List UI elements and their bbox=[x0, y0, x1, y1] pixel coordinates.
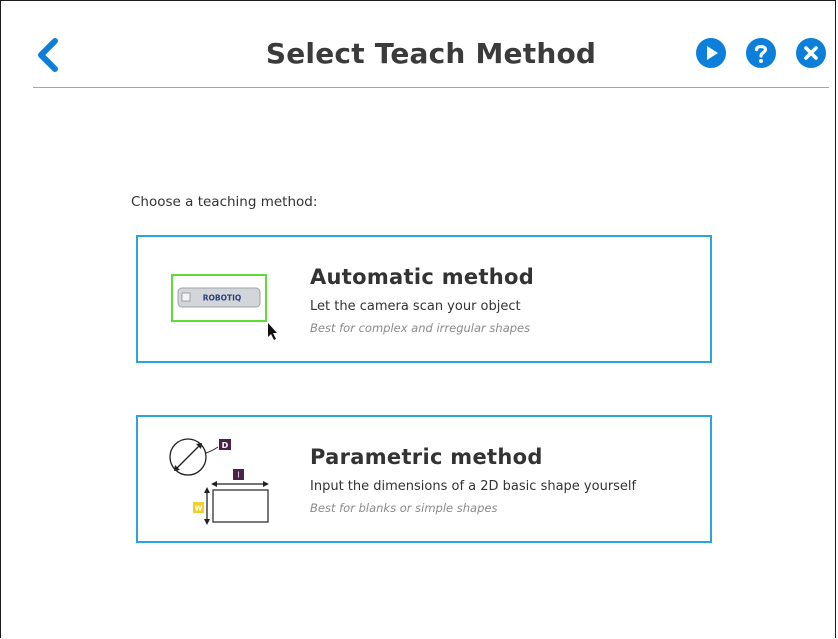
automatic-method-note: Best for complex and irregular shapes bbox=[310, 321, 531, 335]
parametric-method-title: Parametric method bbox=[310, 445, 543, 469]
app-window: Select Teach Method Choose a teaching me… bbox=[0, 0, 836, 638]
automatic-method-description: Let the camera scan your object bbox=[310, 299, 521, 314]
help-button[interactable] bbox=[745, 37, 777, 69]
parametric-method-description: Input the dimensions of a 2D basic shape… bbox=[310, 479, 637, 494]
automatic-method-title: Automatic method bbox=[310, 265, 535, 289]
svg-text:l: l bbox=[237, 471, 239, 480]
method-prompt: Choose a teaching method: bbox=[131, 194, 318, 210]
svg-text:W: W bbox=[195, 505, 203, 513]
svg-text:ROBOTIQ: ROBOTIQ bbox=[203, 294, 242, 303]
header: Select Teach Method bbox=[33, 15, 829, 88]
close-button[interactable] bbox=[795, 37, 827, 69]
help-icon bbox=[746, 38, 776, 68]
camera-scan-illustration: ROBOTIQ bbox=[171, 274, 277, 340]
automatic-method-card[interactable]: ROBOTIQ Automatic method Let the camera … bbox=[136, 235, 712, 363]
dimensions-illustration: D l W bbox=[169, 438, 269, 525]
parametric-method-card[interactable]: D l W Parametric method Input the dimens… bbox=[136, 415, 712, 543]
parametric-method-note: Best for blanks or simple shapes bbox=[310, 501, 498, 515]
play-icon bbox=[696, 38, 726, 68]
svg-text:D: D bbox=[222, 441, 229, 450]
play-button[interactable] bbox=[695, 37, 727, 69]
close-icon bbox=[796, 38, 826, 68]
